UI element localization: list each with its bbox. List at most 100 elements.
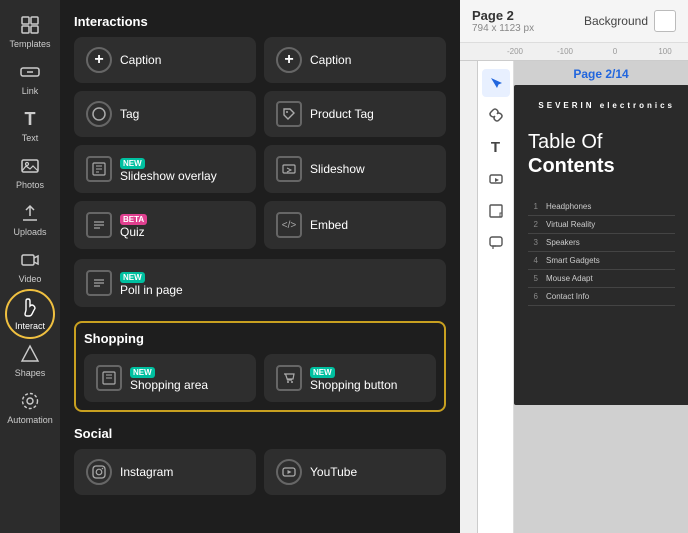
instagram-label: Instagram: [120, 465, 173, 479]
quiz-button[interactable]: BETA Quiz: [74, 201, 256, 249]
shopping-area-label: Shopping area: [130, 378, 208, 392]
sidebar-item-label: Video: [19, 274, 42, 284]
page-title: Page 2: [472, 8, 534, 23]
sidebar: Templates Link T Text Photos Uploads Vid…: [0, 0, 60, 533]
sidebar-item-templates[interactable]: Templates: [3, 8, 57, 55]
shopping-section: Shopping NEW Shopping area NEW Shop: [74, 321, 446, 412]
link-tool[interactable]: [482, 101, 510, 129]
shopping-area-badge: NEW: [130, 367, 155, 378]
slideshow-button[interactable]: Slideshow: [264, 145, 446, 193]
tag-button[interactable]: Tag: [74, 91, 256, 137]
vertical-ruler: [460, 61, 478, 533]
sidebar-item-label: Automation: [7, 415, 53, 425]
tag-label: Tag: [120, 107, 139, 121]
slideshow-overlay-label-wrap: NEW Slideshow overlay: [120, 155, 217, 183]
sidebar-item-label: Link: [22, 86, 39, 96]
instagram-button[interactable]: Instagram: [74, 449, 256, 495]
social-grid: Instagram YouTube: [60, 449, 460, 509]
caption2-icon: +: [276, 47, 302, 73]
poll-label: Poll in page: [120, 283, 183, 297]
poll-icon: [86, 270, 112, 296]
slideshow-overlay-button[interactable]: NEW Slideshow overlay: [74, 145, 256, 193]
toc-label: Smart Gadgets: [546, 256, 600, 265]
canvas-body: T Page 2/14 SEVERIN electronics Table Of…: [460, 61, 688, 533]
sidebar-item-link[interactable]: Link: [3, 55, 57, 102]
background-swatch[interactable]: [654, 10, 676, 32]
toc-item: 5 Mouse Adapt: [528, 270, 675, 288]
shopping-button-label-wrap: NEW Shopping button: [310, 364, 397, 392]
brand-bold: electronics: [600, 101, 675, 110]
toc-num: 5: [528, 274, 538, 283]
slideshow-icon: [276, 156, 302, 182]
interactions-panel: Interactions + Caption + Caption Tag Pro…: [60, 0, 460, 533]
caption1-button[interactable]: + Caption: [74, 37, 256, 83]
toc-item: 4 Smart Gadgets: [528, 252, 675, 270]
ruler-tick: -200: [490, 47, 540, 56]
templates-icon: [19, 14, 41, 36]
sidebar-item-uploads[interactable]: Uploads: [3, 196, 57, 243]
sidebar-item-interact[interactable]: Interact: [3, 290, 57, 337]
select-tool[interactable]: [482, 69, 510, 97]
shopping-area-label-wrap: NEW Shopping area: [130, 364, 208, 392]
background-control: Background: [584, 10, 676, 32]
ruler-tick: 0: [590, 47, 640, 56]
video-icon: [19, 249, 41, 271]
text-tool[interactable]: T: [482, 133, 510, 161]
comment-tool[interactable]: [482, 229, 510, 257]
sidebar-item-automation[interactable]: Automation: [3, 384, 57, 431]
interactions-section-title: Interactions: [60, 0, 460, 37]
sidebar-item-photos[interactable]: Photos: [3, 149, 57, 196]
automation-icon: [19, 390, 41, 412]
sidebar-item-video[interactable]: Video: [3, 243, 57, 290]
toc-label: Contact Info: [546, 292, 589, 301]
quiz-label-wrap: BETA Quiz: [120, 211, 149, 239]
embed-button[interactable]: </> Embed: [264, 201, 446, 249]
product-tag-label: Product Tag: [310, 107, 374, 121]
caption2-button[interactable]: + Caption: [264, 37, 446, 83]
slideshow-label: Slideshow: [310, 162, 365, 176]
ruler-tick: 100: [640, 47, 688, 56]
canvas-viewport: Page 2/14 SEVERIN electronics Table Of C…: [514, 61, 688, 533]
brand-regular: SEVERIN: [538, 101, 594, 110]
shopping-grid: NEW Shopping area NEW Shopping button: [84, 354, 436, 402]
interact-icon: [19, 296, 41, 318]
toc-num: 2: [528, 220, 538, 229]
caption1-label: Caption: [120, 53, 161, 67]
toc-label: Mouse Adapt: [546, 274, 593, 283]
toc-label: Headphones: [546, 202, 591, 211]
ruler-numbers: -200 -100 0 100 200: [460, 43, 688, 60]
page-content: SEVERIN electronics Table Of Contents 1 …: [514, 85, 688, 405]
shopping-button-btn[interactable]: NEW Shopping button: [264, 354, 436, 402]
text-icon: T: [19, 108, 41, 130]
caption1-icon: +: [86, 47, 112, 73]
quiz-icon: [86, 212, 112, 238]
sidebar-item-label: Photos: [16, 180, 44, 190]
interactions-grid: + Caption + Caption Tag Product Tag: [60, 37, 460, 259]
toc-num: 6: [528, 292, 538, 301]
youtube-button[interactable]: YouTube: [264, 449, 446, 495]
quiz-label: Quiz: [120, 225, 145, 239]
toc-item: 3 Speakers: [528, 234, 675, 252]
toc-heading-light: Table Of: [528, 131, 602, 153]
page-info: Page 2 794 x 1123 px: [472, 8, 534, 34]
youtube-icon: [276, 459, 302, 485]
sidebar-item-shapes[interactable]: Shapes: [3, 337, 57, 384]
toc-item: 1 Headphones: [528, 198, 675, 216]
poll-section: NEW Poll in page: [60, 259, 460, 317]
shape-tool[interactable]: [482, 197, 510, 225]
shopping-area-button[interactable]: NEW Shopping area: [84, 354, 256, 402]
canvas-tools: T: [478, 61, 514, 533]
poll-button[interactable]: NEW Poll in page: [74, 259, 446, 307]
toc-num: 1: [528, 202, 538, 211]
shopping-button-icon: [276, 365, 302, 391]
product-tag-button[interactable]: Product Tag: [264, 91, 446, 137]
background-label: Background: [584, 14, 648, 28]
media-tool[interactable]: [482, 165, 510, 193]
sidebar-item-label: Text: [22, 133, 39, 143]
toc-num: 3: [528, 238, 538, 247]
sidebar-item-text[interactable]: T Text: [3, 102, 57, 149]
toc-list: 1 Headphones 2 Virtual Reality 3 Speaker…: [528, 198, 675, 306]
sidebar-item-label: Uploads: [13, 227, 46, 237]
horizontal-ruler: -200 -100 0 100 200: [460, 43, 688, 61]
embed-label: Embed: [310, 218, 348, 232]
